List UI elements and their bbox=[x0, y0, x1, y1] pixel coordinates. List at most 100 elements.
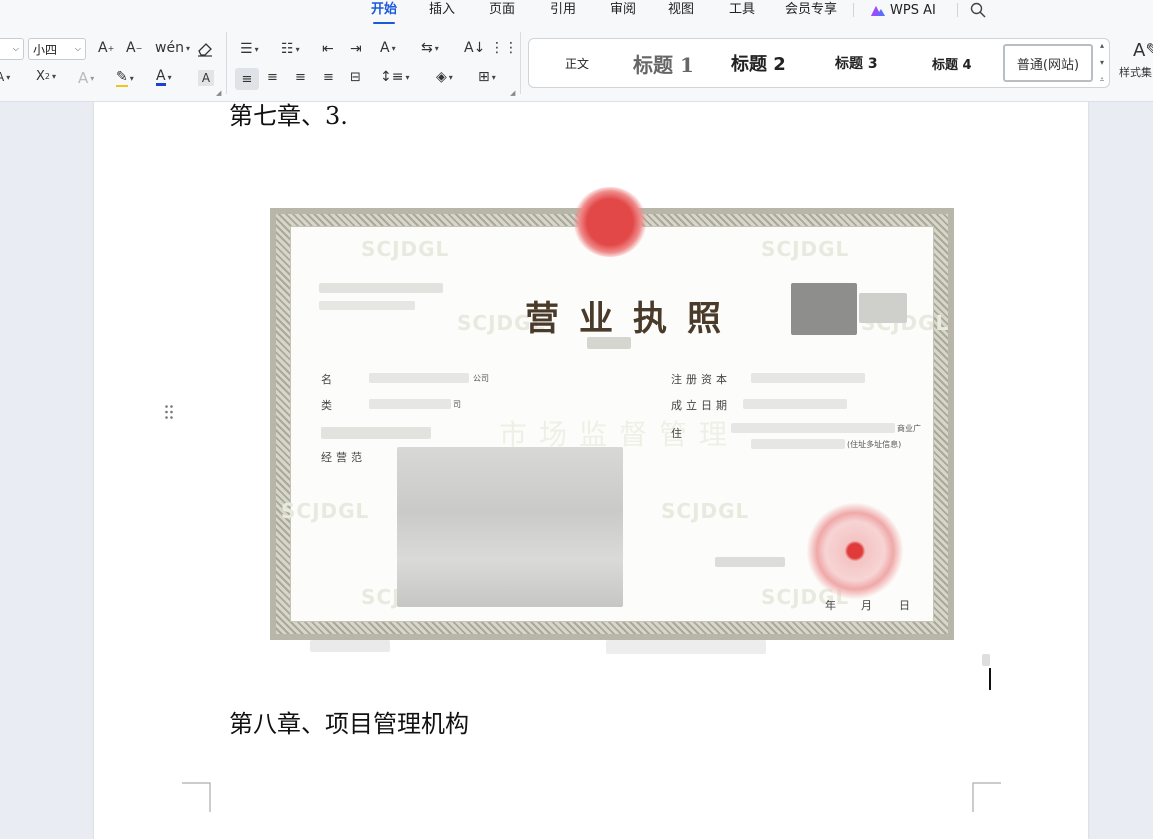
watermark: SCJDGL bbox=[281, 499, 370, 523]
style-heading-4[interactable]: 标题 4 bbox=[932, 39, 972, 87]
date-month: 月 bbox=[861, 599, 872, 612]
qr-code bbox=[791, 283, 857, 335]
redacted-mark bbox=[982, 654, 990, 666]
style-heading-3[interactable]: 标题 3 bbox=[835, 39, 878, 87]
ribbon-divider bbox=[520, 32, 521, 94]
redacted-authority bbox=[715, 557, 785, 567]
date-year: 年 bbox=[825, 599, 836, 612]
tab-insert[interactable]: 插入 bbox=[429, 1, 455, 21]
justify-button[interactable]: ≡ bbox=[323, 70, 334, 85]
increase-indent-button[interactable]: ⇥ bbox=[350, 41, 362, 57]
ribbon-toolbar: ⌵ 小四 ⌵ A + A − wén ▾ A ▾ X 2 ▾ A ▾ ✎ ▾ A ▾ A ◢ ☰ ▾… bbox=[0, 24, 1153, 102]
field-label-scope: 经营范 bbox=[321, 451, 366, 464]
numbered-list-button[interactable]: ☷ ▾ bbox=[281, 41, 300, 57]
font-color-button[interactable]: A ▾ bbox=[156, 69, 172, 86]
chevron-up-icon[interactable]: ▴ bbox=[1100, 41, 1104, 50]
redacted-address bbox=[731, 423, 895, 433]
strikethrough-button[interactable]: A ▾ bbox=[0, 70, 10, 84]
redacted-subtitle bbox=[587, 337, 631, 349]
font-size-dropdown[interactable]: 小四 ⌵ bbox=[28, 38, 86, 60]
line-spacing-button[interactable]: ↕≡ ▾ bbox=[380, 69, 409, 85]
field-label-type: 类 bbox=[321, 399, 336, 412]
text-direction-button[interactable]: ⇆ ▾ bbox=[421, 40, 439, 56]
bullet-list-button[interactable]: ☰ ▾ bbox=[240, 41, 259, 57]
styles-scroll[interactable]: ▴ ▾ ⩡ bbox=[1097, 41, 1107, 85]
align-left-button[interactable]: ≡ bbox=[235, 68, 259, 90]
tab-member[interactable]: 会员专享 bbox=[785, 1, 837, 21]
font-dialog-launcher[interactable]: ◢ bbox=[216, 89, 221, 97]
redacted-code bbox=[319, 301, 415, 310]
drag-handle-icon[interactable] bbox=[164, 404, 174, 420]
redacted-address-2 bbox=[751, 439, 845, 449]
superscript-button[interactable]: X 2 ▾ bbox=[36, 69, 56, 84]
shrink-font-button[interactable]: A − bbox=[126, 40, 142, 56]
tab-review[interactable]: 审阅 bbox=[610, 1, 636, 21]
seal-official bbox=[801, 501, 909, 601]
tab-page[interactable]: 页面 bbox=[489, 1, 515, 21]
chapter-8-heading: 第八章、项目管理机构 bbox=[229, 710, 469, 738]
sort-button[interactable]: A↓ bbox=[464, 40, 485, 56]
chinese-layout-button[interactable]: A ▾ bbox=[380, 40, 396, 56]
redacted-date bbox=[743, 399, 847, 409]
menu-divider bbox=[957, 3, 958, 17]
show-marks-button[interactable]: ⋮⋮ bbox=[490, 40, 518, 56]
page-corner-mark bbox=[182, 782, 211, 812]
redacted-footer bbox=[310, 640, 390, 652]
company-fragment: 司 bbox=[453, 400, 461, 409]
certificate-body: SCJDGL SCJDGL SCJDGL SCJDGL SCJDGL SCJDG… bbox=[281, 187, 948, 622]
align-center-button[interactable]: ≡ bbox=[267, 70, 278, 85]
document-page[interactable]: 第七章、3. SCJDGL SCJDGL SCJDGL SCJDGL SCJDG… bbox=[94, 102, 1088, 839]
redacted-credit-code bbox=[321, 427, 431, 439]
wps-ai-label: WPS AI bbox=[890, 3, 936, 18]
expand-icon[interactable]: ⩡ bbox=[1100, 75, 1105, 85]
redacted-type bbox=[369, 399, 451, 409]
wps-ai-icon bbox=[871, 6, 885, 16]
wps-ai-button[interactable]: WPS AI bbox=[870, 1, 936, 21]
phonetic-guide-button[interactable]: wén ▾ bbox=[155, 40, 190, 56]
eraser-icon[interactable] bbox=[196, 41, 214, 57]
shading-button[interactable]: ◈ ▾ bbox=[436, 69, 453, 85]
tab-home[interactable]: 开始 bbox=[371, 1, 397, 24]
search-icon[interactable] bbox=[969, 1, 987, 19]
seal-top bbox=[573, 187, 647, 257]
certificate-frame: SCJDGL SCJDGL SCJDGL SCJDGL SCJDGL SCJDG… bbox=[270, 187, 954, 640]
address-fragment: (住址多址信息) bbox=[847, 440, 902, 449]
paragraph-dialog-launcher[interactable]: ◢ bbox=[510, 89, 515, 97]
redacted-name bbox=[369, 373, 469, 383]
highlight-button[interactable]: ✎ ▾ bbox=[116, 69, 134, 87]
char-shading-button[interactable]: A bbox=[198, 70, 214, 86]
text-cursor bbox=[989, 668, 991, 690]
font-name-dropdown[interactable]: ⌵ bbox=[0, 38, 24, 60]
chevron-down-icon[interactable]: ▾ bbox=[1100, 58, 1104, 67]
text-effect-button[interactable]: A ▾ bbox=[78, 69, 94, 87]
grow-font-button[interactable]: A + bbox=[98, 40, 114, 56]
menu-divider bbox=[853, 3, 854, 17]
business-license-image[interactable]: SCJDGL SCJDGL SCJDGL SCJDGL SCJDGL SCJDG… bbox=[270, 187, 954, 654]
company-fragment: 公司 bbox=[473, 374, 489, 383]
redacted-capital bbox=[751, 373, 865, 383]
style-set-button[interactable]: A✎ 样式集 bbox=[1119, 38, 1153, 88]
chevron-down-icon: ⌵ bbox=[12, 44, 19, 53]
decrease-indent-button[interactable]: ⇤ bbox=[322, 41, 334, 57]
document-workspace[interactable]: 第七章、3. SCJDGL SCJDGL SCJDGL SCJDGL SCJDG… bbox=[0, 102, 1153, 839]
address-fragment: 商业广 bbox=[897, 424, 921, 433]
style-heading-2[interactable]: 标题 2 bbox=[731, 39, 786, 87]
chevron-down-icon: ⌵ bbox=[74, 44, 81, 53]
qr-code-side bbox=[859, 293, 907, 323]
style-heading-1[interactable]: 标题 1 bbox=[633, 39, 694, 87]
tab-references[interactable]: 引用 bbox=[550, 1, 576, 21]
font-size-value: 小四 bbox=[33, 42, 58, 57]
certificate-title: 营业执照 bbox=[525, 299, 741, 339]
tab-tools[interactable]: 工具 bbox=[729, 1, 755, 21]
tab-view[interactable]: 视图 bbox=[668, 1, 694, 21]
ribbon-divider bbox=[226, 32, 227, 94]
watermark: SCJDGL bbox=[361, 237, 450, 261]
borders-button[interactable]: ⊞ ▾ bbox=[478, 69, 496, 85]
style-set-icon: A✎ bbox=[1133, 40, 1153, 61]
align-right-button[interactable]: ≡ bbox=[295, 70, 306, 85]
date-day: 日 bbox=[899, 599, 910, 612]
watermark: SCJDGL bbox=[761, 237, 850, 261]
style-web-normal[interactable]: 普通(网站) bbox=[1003, 44, 1093, 82]
style-normal[interactable]: 正文 bbox=[565, 39, 589, 87]
distributed-button[interactable]: ⊟ bbox=[350, 70, 361, 85]
